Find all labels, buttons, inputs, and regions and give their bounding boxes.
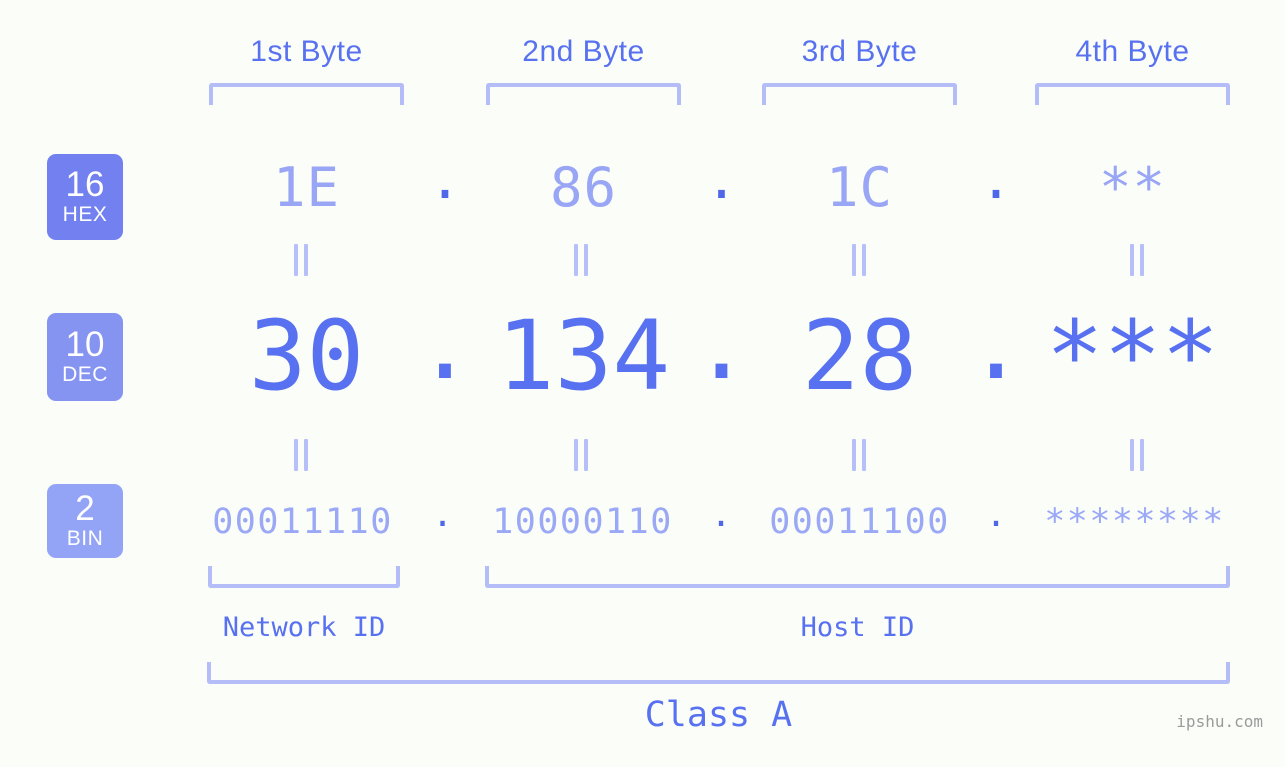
equals-mark-hex-dec-1 <box>286 244 316 276</box>
equals-mark-hex-dec-3 <box>844 244 874 276</box>
hex-byte-1: 1E <box>272 156 341 219</box>
byte-bracket-3 <box>762 83 957 105</box>
byte-bracket-4 <box>1035 83 1230 105</box>
base-badge-dec: 10 DEC <box>47 313 123 401</box>
base-badge-dec-name: DEC <box>62 363 108 386</box>
equals-mark-dec-bin-4 <box>1122 439 1152 471</box>
dec-byte-2: 134 <box>496 300 671 412</box>
equals-mark-dec-bin-3 <box>844 439 874 471</box>
class-label: Class A <box>644 695 793 735</box>
dec-separator-1: . <box>416 289 474 401</box>
dec-byte-3: 28 <box>801 300 918 412</box>
bin-byte-3: 00011100 <box>769 502 950 542</box>
network-id-label: Network ID <box>222 612 386 643</box>
hex-separator-2: . <box>705 148 738 211</box>
byte-bracket-1 <box>209 83 404 105</box>
network-id-bracket <box>208 566 400 588</box>
base-badge-dec-number: 10 <box>65 325 105 364</box>
bin-byte-1: 00011110 <box>212 502 393 542</box>
dec-separator-3: . <box>967 289 1025 401</box>
watermark: ipshu.com <box>1176 712 1263 731</box>
hex-byte-3: 1C <box>825 156 894 219</box>
byte-header-2: 2nd Byte <box>522 35 645 68</box>
bin-separator-3: . <box>985 495 1007 535</box>
class-bracket <box>207 662 1230 684</box>
base-badge-bin-number: 2 <box>75 489 95 528</box>
ip-address-breakdown-diagram: 1st Byte 2nd Byte 3rd Byte 4th Byte 16 H… <box>0 0 1285 767</box>
bin-byte-2: 10000110 <box>492 502 673 542</box>
bin-separator-1: . <box>431 495 454 535</box>
bin-separator-2: . <box>710 495 732 535</box>
hex-byte-4: ** <box>1098 156 1167 219</box>
equals-mark-hex-dec-2 <box>566 244 596 276</box>
hex-separator-1: . <box>428 148 462 211</box>
dec-separator-2: . <box>692 289 751 401</box>
base-badge-bin-name: BIN <box>66 527 104 550</box>
base-badge-bin: 2 BIN <box>47 484 123 558</box>
hex-byte-2: 86 <box>549 156 618 219</box>
dec-byte-1: 30 <box>248 300 365 412</box>
equals-mark-hex-dec-4 <box>1122 244 1152 276</box>
bin-byte-4: ******** <box>1044 502 1225 542</box>
byte-header-3: 3rd Byte <box>801 35 918 68</box>
equals-mark-dec-bin-1 <box>286 439 316 471</box>
equals-mark-dec-bin-2 <box>566 439 596 471</box>
hex-separator-3: . <box>979 148 1013 211</box>
byte-header-4: 4th Byte <box>1075 35 1190 68</box>
host-id-bracket <box>485 566 1230 588</box>
byte-bracket-2 <box>486 83 681 105</box>
base-badge-hex: 16 HEX <box>47 154 123 240</box>
base-badge-hex-number: 16 <box>65 165 105 204</box>
dec-byte-4: *** <box>1045 300 1220 412</box>
host-id-label: Host ID <box>800 612 915 643</box>
byte-header-1: 1st Byte <box>250 35 363 68</box>
base-badge-hex-name: HEX <box>62 203 108 226</box>
